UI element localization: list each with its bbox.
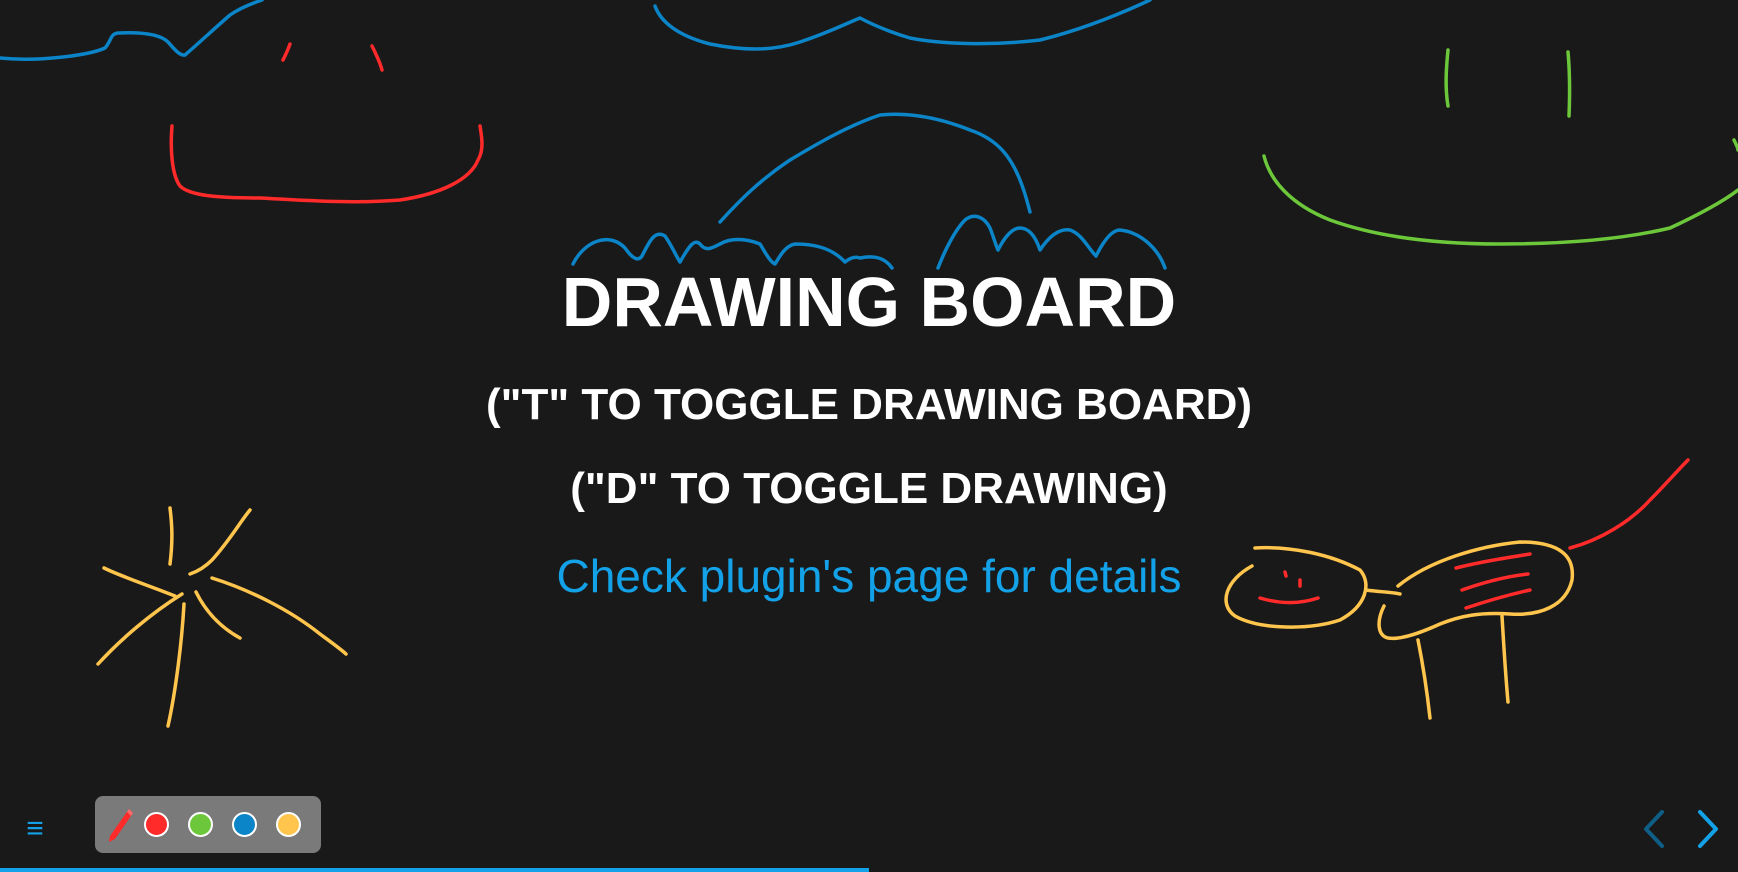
stroke-blue-cloud-top bbox=[653, 0, 1152, 51]
progress-bar bbox=[0, 868, 1738, 872]
color-swatch-blue[interactable] bbox=[232, 812, 257, 837]
menu-button[interactable]: ≡ bbox=[18, 812, 52, 846]
chevron-right-icon bbox=[1698, 810, 1718, 848]
plugin-page-link-row: Check plugin's page for details bbox=[0, 548, 1738, 604]
drawing-toolbar bbox=[95, 796, 321, 853]
stroke-blue-bumps-right bbox=[936, 214, 1167, 270]
toggle-board-hint: ("T" TO TOGGLE DRAWING BOARD) bbox=[485, 380, 1253, 429]
progress-bar-fill bbox=[0, 868, 869, 872]
drawing-canvas[interactable] bbox=[0, 0, 1738, 872]
stroke-yellow-ray-5 bbox=[96, 592, 184, 666]
toggle-drawing-hint: ("D" TO TOGGLE DRAWING) bbox=[570, 464, 1168, 513]
slide-title: DRAWING BOARD bbox=[561, 263, 1177, 341]
pen-tool-button[interactable] bbox=[105, 805, 137, 845]
pen-icon bbox=[109, 809, 133, 842]
stroke-green-eye-right bbox=[1566, 50, 1572, 118]
previous-slide-button[interactable] bbox=[1634, 806, 1674, 852]
color-swatch-red[interactable] bbox=[144, 812, 169, 837]
stroke-red-eye-left bbox=[281, 42, 292, 62]
stroke-yellow-leg-right bbox=[1500, 614, 1510, 704]
color-swatch-yellow[interactable] bbox=[276, 812, 301, 837]
chevron-left-icon bbox=[1644, 810, 1664, 848]
stroke-yellow-leg-left bbox=[1416, 638, 1432, 720]
next-slide-button[interactable] bbox=[1688, 806, 1728, 852]
stroke-red-eye-right bbox=[370, 44, 384, 72]
drawing-board-slide[interactable]: DRAWING BOARD ("T" TO TOGGLE DRAWING BOA… bbox=[0, 0, 1738, 872]
stroke-green-tick bbox=[1732, 138, 1738, 152]
stroke-green-eye-left bbox=[1444, 48, 1450, 108]
color-swatch-green[interactable] bbox=[188, 812, 213, 837]
stroke-yellow-ray-6 bbox=[166, 602, 186, 728]
stroke-blue-mountain bbox=[718, 112, 1032, 224]
stroke-red-mouth bbox=[169, 124, 484, 204]
stroke-blue-cloud-left bbox=[0, 0, 264, 61]
stroke-green-mouth bbox=[1262, 154, 1738, 246]
hamburger-icon: ≡ bbox=[26, 812, 44, 845]
plugin-page-link[interactable]: Check plugin's page for details bbox=[556, 550, 1181, 602]
